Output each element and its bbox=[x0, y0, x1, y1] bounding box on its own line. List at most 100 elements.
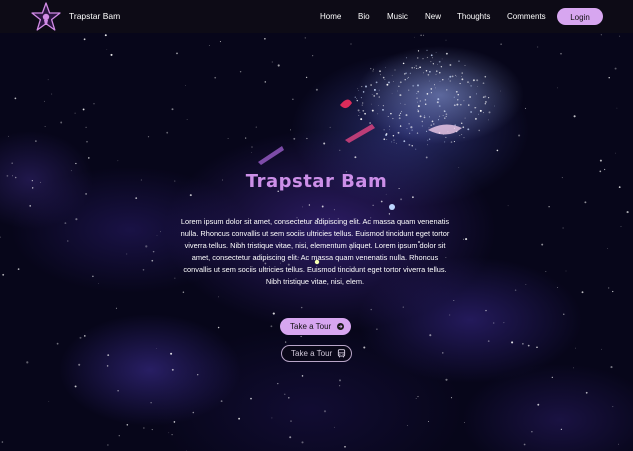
star bbox=[484, 95, 487, 98]
star bbox=[300, 306, 303, 309]
star bbox=[470, 111, 472, 113]
star bbox=[382, 109, 384, 111]
star bbox=[482, 96, 485, 98]
brand-name[interactable]: Trapstar Bam bbox=[69, 11, 120, 21]
star bbox=[404, 79, 406, 81]
star bbox=[493, 105, 495, 107]
star bbox=[437, 98, 440, 101]
nav-link-thoughts[interactable]: Thoughts bbox=[457, 12, 490, 21]
star bbox=[413, 36, 415, 38]
star bbox=[408, 89, 410, 91]
star bbox=[378, 96, 381, 98]
star bbox=[329, 126, 331, 128]
take-a-tour-label: Take a Tour bbox=[290, 322, 332, 331]
star bbox=[479, 109, 482, 112]
star bbox=[364, 112, 366, 115]
star bbox=[357, 88, 359, 90]
nav-link-bio[interactable]: Bio bbox=[358, 12, 370, 21]
star bbox=[277, 64, 280, 67]
star bbox=[371, 109, 374, 112]
take-a-tour-outline-button[interactable]: Take a Tour bbox=[281, 345, 352, 362]
star-logo-icon[interactable] bbox=[31, 2, 61, 32]
star bbox=[323, 142, 326, 145]
star bbox=[536, 346, 538, 348]
star bbox=[563, 313, 565, 315]
star bbox=[426, 93, 429, 95]
star bbox=[488, 119, 490, 121]
star bbox=[614, 67, 617, 70]
star bbox=[85, 192, 88, 195]
star bbox=[442, 79, 444, 81]
star bbox=[312, 55, 314, 57]
nav-link-home[interactable]: Home bbox=[320, 12, 341, 21]
star bbox=[438, 60, 441, 63]
star bbox=[382, 105, 384, 107]
star bbox=[415, 148, 417, 150]
star bbox=[82, 108, 85, 111]
star bbox=[115, 307, 117, 309]
star bbox=[2, 273, 5, 276]
star bbox=[79, 336, 82, 339]
star bbox=[44, 100, 45, 102]
star bbox=[478, 113, 479, 115]
star bbox=[376, 92, 378, 95]
star bbox=[581, 291, 584, 294]
star bbox=[424, 115, 425, 117]
star bbox=[218, 296, 219, 298]
star bbox=[376, 328, 378, 330]
star bbox=[617, 443, 620, 445]
take-a-tour-button[interactable]: Take a Tour bbox=[280, 318, 351, 335]
star bbox=[356, 99, 359, 102]
star bbox=[475, 107, 477, 109]
star bbox=[464, 117, 466, 119]
star bbox=[435, 73, 437, 75]
star bbox=[573, 367, 575, 369]
star bbox=[315, 88, 318, 91]
nav-link-music[interactable]: Music bbox=[387, 12, 408, 21]
star bbox=[377, 113, 379, 115]
star bbox=[428, 127, 430, 129]
star bbox=[415, 398, 417, 399]
star bbox=[339, 379, 341, 382]
star bbox=[432, 63, 434, 65]
star bbox=[527, 344, 530, 347]
star bbox=[35, 140, 37, 142]
star bbox=[155, 348, 157, 349]
star bbox=[456, 103, 459, 106]
star bbox=[390, 112, 392, 115]
star bbox=[26, 361, 29, 364]
star bbox=[87, 157, 90, 159]
star bbox=[541, 243, 544, 246]
star bbox=[380, 200, 383, 203]
star bbox=[126, 424, 129, 426]
star bbox=[387, 116, 389, 118]
star bbox=[399, 81, 402, 84]
star bbox=[302, 206, 303, 208]
star bbox=[67, 240, 69, 242]
star bbox=[406, 128, 408, 130]
star bbox=[449, 80, 451, 82]
star bbox=[410, 126, 413, 129]
star bbox=[435, 52, 437, 54]
nav-link-comments[interactable]: Comments bbox=[507, 12, 546, 21]
login-button[interactable]: Login bbox=[557, 8, 603, 25]
star bbox=[511, 341, 514, 344]
star bbox=[143, 427, 145, 429]
star bbox=[409, 132, 411, 134]
star bbox=[461, 72, 463, 74]
star bbox=[389, 125, 391, 127]
star bbox=[499, 90, 501, 92]
nav-link-new[interactable]: New bbox=[425, 12, 441, 21]
star bbox=[433, 84, 436, 86]
star bbox=[176, 52, 178, 55]
star bbox=[405, 114, 408, 117]
star bbox=[445, 115, 447, 118]
star bbox=[219, 41, 221, 43]
star bbox=[476, 93, 477, 95]
star bbox=[608, 287, 610, 289]
star bbox=[453, 96, 455, 98]
star bbox=[403, 140, 406, 143]
star bbox=[430, 124, 433, 126]
star bbox=[400, 198, 403, 201]
star bbox=[372, 204, 374, 206]
